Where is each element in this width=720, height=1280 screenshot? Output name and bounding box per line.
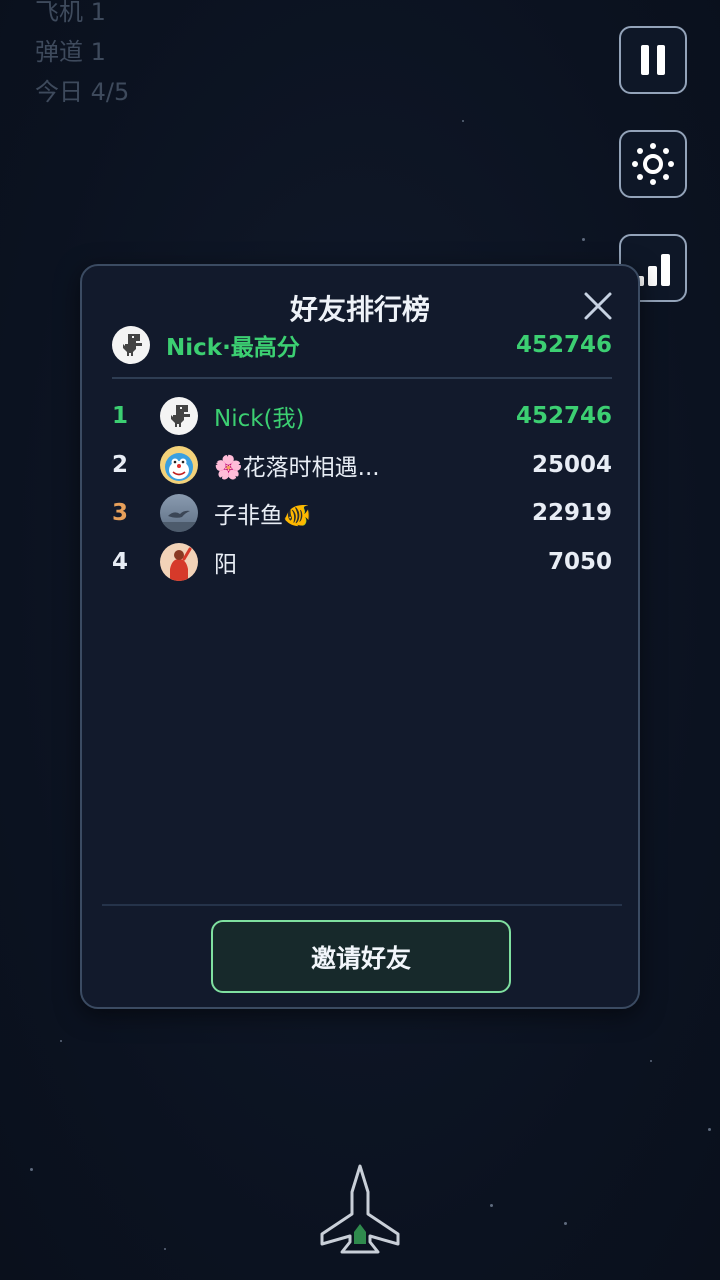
ranking-list: 1 Nick(我) 452746 2 🌸花落时相遇... 25004 3 子非鱼… — [112, 392, 612, 586]
invite-friends-button[interactable]: 邀请好友 — [211, 920, 511, 993]
leaderboard-modal: 好友排行榜 Nick·最高分 452746 1 Nick(我) 452746 2… — [80, 264, 640, 1009]
ranking-row[interactable]: 3 子非鱼🐠 22919 — [112, 489, 612, 538]
gear-icon — [632, 143, 674, 185]
player-name: 阳 — [214, 551, 237, 578]
my-best-score-row: Nick·最高分 452746 — [112, 326, 612, 364]
player-score: 25004 — [531, 451, 612, 478]
player-plane-icon[interactable] — [316, 1162, 404, 1258]
player-score: 22919 — [531, 500, 612, 527]
ranking-row[interactable]: 2 🌸花落时相遇... 25004 — [112, 441, 612, 490]
player-name: Nick(我) — [214, 406, 305, 433]
divider — [102, 904, 622, 906]
star — [564, 1222, 567, 1225]
close-icon[interactable] — [580, 288, 616, 324]
cat-cartoon-avatar — [160, 445, 198, 484]
star — [650, 1060, 652, 1062]
star — [60, 1040, 62, 1042]
star — [582, 238, 585, 241]
star — [164, 1248, 166, 1250]
settings-button[interactable] — [619, 130, 687, 198]
star — [462, 120, 464, 122]
player-name: 🌸花落时相遇... — [214, 454, 380, 481]
player-name: 子非鱼🐠 — [214, 503, 312, 530]
rank-number: 3 — [112, 500, 129, 527]
game-screen: 飞机 1 弹道 1 今日 4/5 好友排行榜 Nick·最高分 452746 1… — [0, 0, 720, 1280]
star — [490, 1204, 493, 1207]
person-red-avatar — [160, 542, 198, 581]
star — [30, 1168, 33, 1171]
my-score: 452746 — [515, 332, 612, 358]
lanes-count: 弹道 1 — [35, 38, 106, 66]
modal-title: 好友排行榜 — [289, 293, 430, 326]
my-name: Nick·最高分 — [166, 335, 300, 361]
dinosaur-avatar — [112, 326, 150, 364]
rank-number: 2 — [112, 451, 129, 478]
divider — [112, 377, 612, 379]
pause-icon — [641, 45, 665, 75]
planes-count: 飞机 1 — [35, 0, 106, 26]
player-score: 452746 — [515, 403, 612, 430]
rank-number: 1 — [112, 403, 129, 430]
bird-photo-avatar — [160, 494, 198, 533]
dinosaur-avatar — [160, 397, 198, 436]
hud-stats: 飞机 1 弹道 1 今日 4/5 — [35, 0, 129, 112]
player-score: 7050 — [547, 548, 612, 575]
ranking-row[interactable]: 1 Nick(我) 452746 — [112, 392, 612, 441]
rank-number: 4 — [112, 548, 129, 575]
ranking-row[interactable]: 4 阳 7050 — [112, 538, 612, 587]
star — [708, 1128, 711, 1131]
pause-button[interactable] — [619, 26, 687, 94]
today-count: 今日 4/5 — [35, 78, 130, 106]
